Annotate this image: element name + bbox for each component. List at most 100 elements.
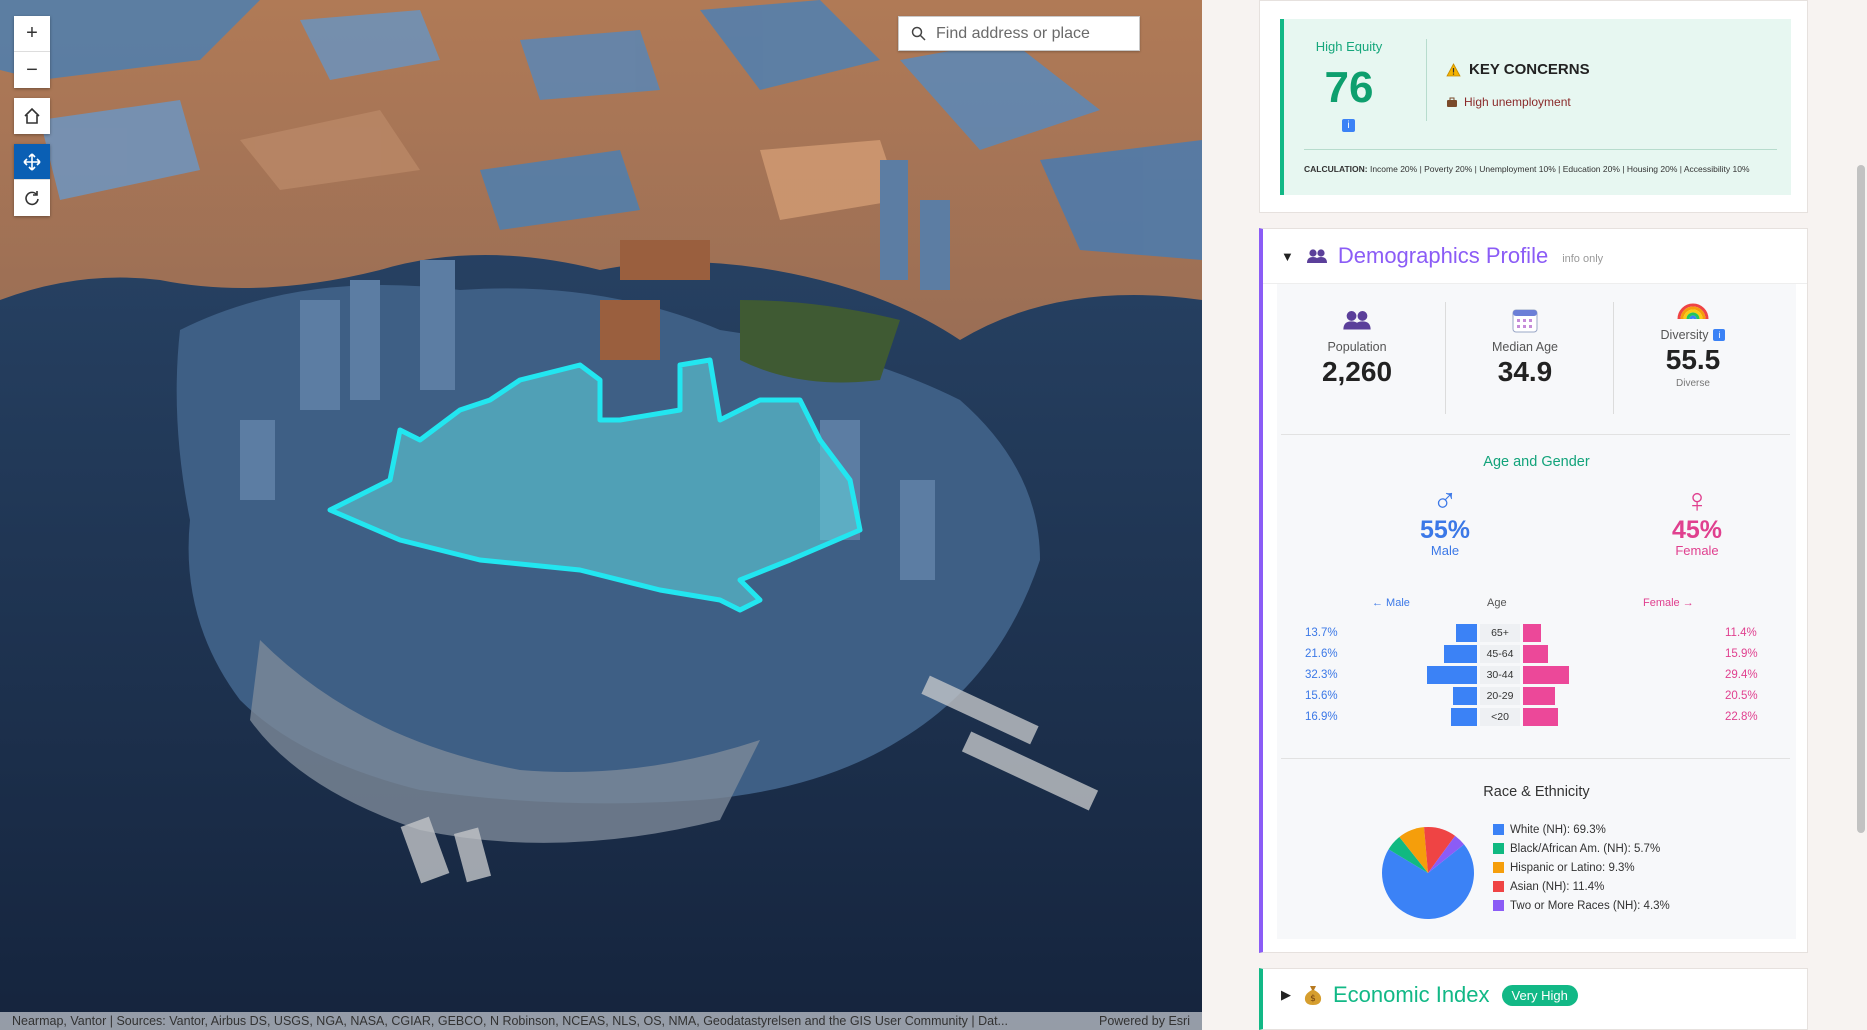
male-label: Male (1430, 543, 1460, 558)
economic-header[interactable]: ▶ $ Economic Index Very High (1281, 969, 1578, 1021)
legend-item: Hispanic or Latino: 9.3% (1493, 858, 1670, 877)
pyramid-male-value: 16.9% (1305, 711, 1338, 723)
map-controls: + − (14, 16, 50, 226)
pyramid-row: 13.7% 65+ 11.4% (1277, 623, 1796, 643)
briefcase-icon (1447, 97, 1457, 107)
pyramid-female-value: 29.4% (1725, 669, 1758, 681)
attribution-text[interactable]: Nearmap, Vantor | Sources: Vantor, Airbu… (12, 1014, 1008, 1028)
legend-label: Black/African Am. (NH): 5.7% (1510, 842, 1661, 855)
median-age-stat: Median Age 34.9 (1445, 304, 1605, 388)
zoom-in-button[interactable]: + (14, 16, 50, 52)
people-icon (1306, 249, 1327, 263)
concern-item: High unemployment (1446, 95, 1571, 109)
calculation-weights: Income 20% | Poverty 20% | Unemployment … (1367, 164, 1750, 174)
pyramid-age-label: <20 (1480, 708, 1520, 726)
legend-swatch (1493, 881, 1504, 892)
economic-card: ▶ $ Economic Index Very High (1259, 968, 1808, 1030)
money-bag-icon: $ (1304, 986, 1322, 1005)
population-value: 2,260 (1321, 356, 1393, 387)
key-concerns-title: KEY CONCERNS (1446, 61, 1590, 78)
race-legend: White (NH): 69.3% Black/African Am. (NH):… (1493, 820, 1670, 915)
pyramid-age-head: Age (1487, 597, 1507, 609)
svg-text:$: $ (1310, 994, 1316, 1004)
side-panel: High Equity 76 i KEY CONCERNS High unemp… (1202, 0, 1867, 1030)
home-button[interactable] (14, 98, 50, 134)
calculation-text: CALCULATION: Income 20% | Poverty 20% | … (1304, 164, 1750, 174)
pyramid-age-label: 20-29 (1480, 687, 1520, 705)
pyramid-age-label: 65+ (1480, 624, 1520, 642)
median-age-value: 34.9 (1497, 356, 1553, 387)
expand-caret-icon[interactable]: ▶ (1281, 987, 1291, 1003)
powered-by-esri[interactable]: Powered by Esri (1099, 1014, 1190, 1028)
diversity-label: Diversity (1660, 328, 1709, 342)
pyramid-male-bar (1450, 708, 1477, 726)
pyramid-female-value: 15.9% (1725, 648, 1758, 660)
home-icon (24, 107, 40, 124)
map-attribution: Nearmap, Vantor | Sources: Vantor, Airbu… (0, 1012, 1202, 1030)
pan-button[interactable] (14, 144, 50, 180)
diversity-sub: Diverse (1676, 378, 1710, 389)
navigation-group (14, 144, 50, 216)
equity-card: High Equity 76 i KEY CONCERNS High unemp… (1259, 0, 1808, 213)
diversity-label-row: Diversity i (1613, 328, 1773, 342)
key-concerns-label: KEY CONCERNS (1469, 61, 1590, 78)
calendar-icon (1512, 309, 1538, 333)
diversity-value: 55.5 (1665, 344, 1721, 375)
divider (1304, 149, 1777, 150)
pyramid-male-bar (1452, 687, 1477, 705)
population-label: Population (1327, 340, 1387, 354)
pyramid-age-label: 45-64 (1480, 645, 1520, 663)
pyramid-male-value: 15.6% (1305, 690, 1338, 702)
info-icon[interactable]: i (1342, 119, 1355, 132)
people-icon (1343, 311, 1371, 330)
female-summary: ♀ 45% Female (1637, 484, 1757, 558)
diversity-stat: Diversity i 55.5 Diverse (1613, 292, 1773, 389)
demographics-title: Demographics Profile (1337, 243, 1549, 268)
rainbow-icon (1677, 303, 1709, 320)
demographics-card: ▼ Demographics Profile info only Populat… (1259, 228, 1808, 953)
pyramid-male-value: 32.3% (1305, 669, 1338, 681)
collapse-caret-icon[interactable]: ▼ (1281, 249, 1294, 264)
pyramid-row: 16.9% <20 22.8% (1277, 707, 1796, 727)
legend-swatch (1493, 824, 1504, 835)
male-summary: ♂ 55% Male (1385, 484, 1505, 558)
population-stat: Population 2,260 (1277, 304, 1437, 388)
pyramid-female-value: 11.4% (1725, 627, 1757, 639)
pyramid-female-bar (1523, 687, 1555, 705)
map-scene-3d[interactable] (0, 0, 1202, 1030)
info-icon[interactable]: i (1713, 329, 1726, 341)
legend-label: Two or More Races (NH): 4.3% (1510, 899, 1670, 912)
pyramid-row: 32.3% 30-44 29.4% (1277, 665, 1796, 685)
pyramid-female-bar (1523, 645, 1548, 663)
rotate-button[interactable] (14, 180, 50, 216)
pyramid-row: 21.6% 45-64 15.9% (1277, 644, 1796, 664)
legend-item: Black/African Am. (NH): 5.7% (1493, 839, 1670, 858)
divider (1281, 434, 1790, 435)
equity-score: 76 (1324, 63, 1374, 112)
pyramid-female-head: Female → (1643, 597, 1694, 609)
male-percent: 55% (1419, 516, 1471, 544)
legend-label: Asian (NH): 11.4% (1510, 880, 1605, 893)
panel-scrollbar[interactable] (1857, 165, 1865, 833)
zoom-out-button[interactable]: − (14, 52, 50, 88)
legend-swatch (1493, 862, 1504, 873)
legend-label: Hispanic or Latino: 9.3% (1510, 861, 1635, 874)
equity-summary: High Equity 76 i KEY CONCERNS High unemp… (1280, 19, 1791, 195)
pyramid-female-bar (1523, 708, 1559, 726)
legend-label: White (NH): 69.3% (1510, 823, 1606, 836)
map-view[interactable]: + − Nearmap, Vantor | Sources: Vantor, A… (0, 0, 1202, 1030)
equity-label: High Equity (1315, 39, 1383, 54)
search-box[interactable] (898, 16, 1140, 51)
pyramid-female-value: 22.8% (1725, 711, 1758, 723)
female-symbol-icon: ♀ (1684, 482, 1710, 520)
warning-icon (1446, 62, 1461, 76)
pyramid-male-bar (1443, 645, 1477, 663)
search-input[interactable] (936, 24, 1126, 43)
demographics-header[interactable]: ▼ Demographics Profile info only (1263, 229, 1807, 284)
pyramid-female-value: 20.5% (1725, 690, 1758, 702)
legend-swatch (1493, 900, 1504, 911)
divider (1426, 39, 1427, 121)
concern-text: High unemployment (1464, 95, 1571, 109)
divider (1281, 758, 1790, 759)
pyramid-male-bar (1426, 666, 1477, 684)
